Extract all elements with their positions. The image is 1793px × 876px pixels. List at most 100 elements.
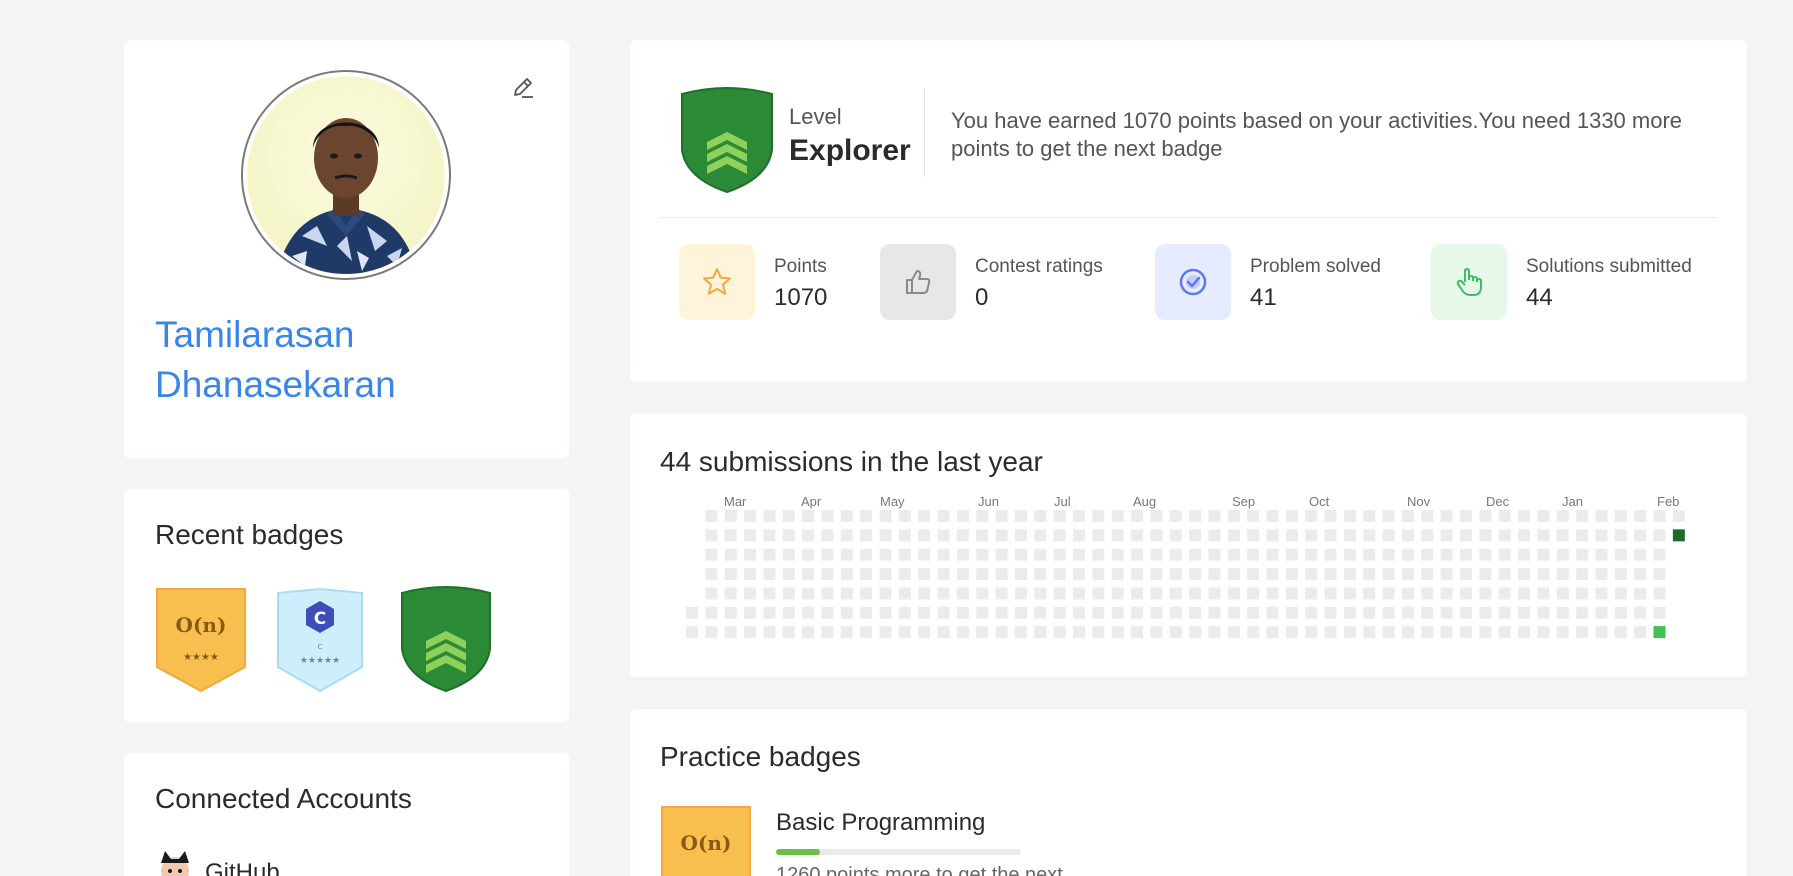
heatmap-cell <box>1092 510 1105 522</box>
heatmap-cell <box>1421 510 1434 522</box>
heatmap-cell <box>1556 626 1569 639</box>
heatmap-cell <box>1169 568 1182 581</box>
heatmap-cell <box>1479 548 1492 561</box>
heatmap-cell <box>1595 626 1608 639</box>
heatmap-cell <box>1285 587 1298 600</box>
heatmap-cell <box>860 529 873 542</box>
heatmap-cell <box>1576 587 1589 600</box>
heatmap-cell <box>1382 568 1395 581</box>
heatmap-cell <box>1576 510 1589 522</box>
heatmap-cell <box>1460 568 1472 581</box>
heatmap-cell <box>1460 587 1472 600</box>
heatmap-cell <box>898 510 911 522</box>
heatmap-cell <box>821 529 834 542</box>
heatmap-cell <box>1034 587 1047 600</box>
explorer-level-badge-icon <box>681 87 773 194</box>
complexity-badge-icon[interactable]: O(n) ★★★★ <box>155 587 247 693</box>
level-label: Level <box>789 104 842 129</box>
heatmap-cell <box>1092 626 1105 639</box>
heatmap-cell <box>763 548 776 561</box>
heatmap-cell <box>1073 606 1085 619</box>
heatmap-cell <box>802 626 815 639</box>
heatmap-cell <box>956 626 969 639</box>
heatmap-cell <box>898 548 911 561</box>
stat-label: Contest ratings <box>975 256 1103 277</box>
heatmap-cell <box>1343 587 1356 600</box>
avatar[interactable] <box>241 70 451 280</box>
heatmap-cell <box>1653 510 1666 522</box>
heatmap-cell <box>1092 606 1105 619</box>
badge-text: O(n) <box>176 613 227 637</box>
heatmap-cell <box>1634 606 1647 619</box>
heatmap-cell <box>937 548 950 561</box>
heatmap-cell <box>1305 510 1318 522</box>
profile-name: Tamilarasan Dhanasekaran <box>155 314 396 405</box>
heatmap-cell <box>1363 510 1376 522</box>
connected-accounts-card: Connected Accounts GitHub <box>124 753 569 876</box>
heatmap-cell <box>705 510 718 522</box>
heatmap-cell <box>705 606 718 619</box>
heatmap-cell <box>1401 529 1414 542</box>
heatmap-cell <box>1053 510 1066 522</box>
heatmap-cell <box>1227 529 1240 542</box>
heatmap-cell <box>1247 626 1260 639</box>
svg-text:C: C <box>314 609 326 629</box>
heatmap-cell <box>1363 548 1376 561</box>
heatmap-cell <box>1595 587 1608 600</box>
heatmap-cell <box>1073 626 1085 639</box>
heatmap-cell <box>1189 510 1202 522</box>
heatmap-cell <box>840 510 853 522</box>
heatmap-cell <box>1227 606 1240 619</box>
heatmap-cell <box>782 510 795 522</box>
heatmap-cell <box>705 548 718 561</box>
heatmap-cell <box>1498 568 1511 581</box>
stat-label: Solutions submitted <box>1526 256 1692 277</box>
heatmap-cell <box>1247 548 1260 561</box>
heatmap-cell <box>1305 529 1318 542</box>
basic-programming-badge-icon[interactable]: O(n) <box>660 805 752 876</box>
heatmap-cell <box>1014 626 1027 639</box>
heatmap-cell <box>782 587 795 600</box>
heatmap-cell <box>918 529 931 542</box>
heatmap-cell <box>1247 529 1260 542</box>
heatmap-cell <box>956 510 969 522</box>
heatmap-cell <box>1285 568 1298 581</box>
heatmap-cell <box>1111 626 1124 639</box>
heatmap-cell <box>1382 606 1395 619</box>
heatmap-cell <box>1653 568 1666 581</box>
heatmap-cell <box>1208 568 1221 581</box>
heatmap-cell <box>744 510 757 522</box>
heatmap-cell <box>1595 606 1608 619</box>
heatmap-cell <box>1421 529 1434 542</box>
heatmap-cell <box>976 587 989 600</box>
heatmap-cell <box>1498 587 1511 600</box>
level-value: Explorer <box>789 134 911 167</box>
heatmap-cell <box>1421 587 1434 600</box>
heatmap-cell <box>1014 529 1027 542</box>
heatmap-cell <box>782 568 795 581</box>
heatmap-cell <box>686 606 698 619</box>
level-description: You have earned 1070 points based on you… <box>951 108 1683 161</box>
heatmap-cell <box>918 587 931 600</box>
heatmap-cell <box>1247 568 1260 581</box>
heatmap-cell <box>802 510 815 522</box>
heatmap-cell <box>918 548 931 561</box>
heatmap-cell <box>744 568 757 581</box>
avatar-photo <box>247 76 445 274</box>
heatmap-cell <box>840 568 853 581</box>
heatmap-cell <box>1189 606 1202 619</box>
explorer-badge-icon[interactable] <box>398 585 494 693</box>
heatmap-cell <box>995 548 1008 561</box>
heatmap-cell <box>879 606 892 619</box>
heatmap-cell <box>976 529 989 542</box>
heatmap-cell <box>1285 606 1298 619</box>
heatmap-cell <box>1634 626 1647 639</box>
heatmap-cell <box>1363 587 1376 600</box>
heatmap-cell <box>1169 510 1182 522</box>
heatmap-cell <box>705 626 718 639</box>
c-language-badge-icon[interactable]: C c ★★★★★ <box>276 587 364 693</box>
heatmap-cell <box>1189 568 1202 581</box>
heatmap-cell <box>995 606 1008 619</box>
heatmap-cell <box>1498 606 1511 619</box>
pencil-icon[interactable] <box>509 74 537 102</box>
